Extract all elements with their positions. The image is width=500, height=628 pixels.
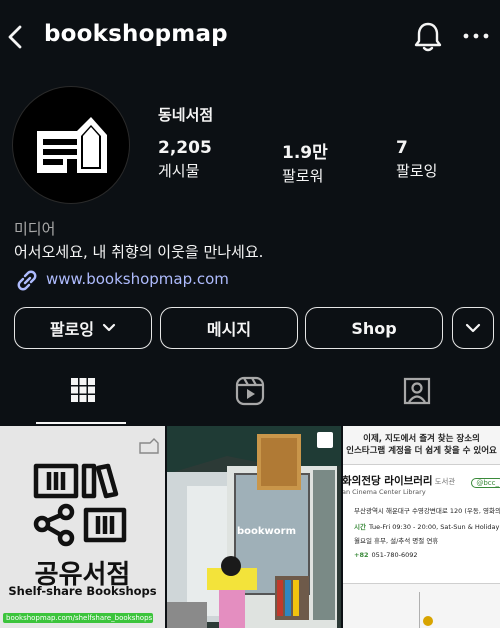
post3-headline-1: 이제, 지도에서 즐겨 찾는 장소의: [363, 434, 480, 444]
bookshop-logo-icon: [139, 438, 159, 454]
post-thumbnail-1[interactable]: 공유서점 Shelf-share Bookshops bookshopmap.c…: [0, 426, 165, 628]
following-button[interactable]: 팔로잉: [14, 307, 152, 349]
suggested-accounts-button[interactable]: [452, 307, 494, 349]
profile-category: 미디어: [14, 220, 56, 238]
profile-avatar[interactable]: [12, 86, 130, 204]
bookshop-logo-icon: [37, 117, 107, 173]
shop-button-label: Shop: [351, 318, 397, 338]
post3-hours: 시간 Tue-Fri 09:30 - 20:00, Sat-Sun & Holid…: [354, 523, 500, 531]
stat-following-value: 7: [396, 138, 408, 158]
tagged-person-icon: [403, 377, 431, 405]
post-thumbnail-3[interactable]: 이제, 지도에서 즐겨 찾는 장소의 인스타그램 계정을 더 쉽게 찾을 수 있…: [343, 426, 500, 628]
post3-place-en: an Cinema Center Library: [343, 488, 426, 496]
more-horizontal-icon[interactable]: [462, 26, 490, 46]
stat-posts-value: 2,205: [158, 138, 212, 158]
post1-subtitle: Shelf-share Bookshops: [8, 584, 157, 598]
map-pin-icon: [423, 616, 433, 626]
chevron-down-icon: [102, 323, 116, 332]
active-tab-indicator: [36, 422, 126, 424]
shop-button[interactable]: Shop: [305, 307, 443, 349]
post3-phone: +82 051-780-6092: [354, 551, 418, 559]
stat-followers[interactable]: 1.9만 팔로워: [282, 138, 328, 186]
stat-following-label: 팔로잉: [396, 162, 438, 180]
stat-followers-value: 1.9만: [282, 143, 328, 163]
tab-reels[interactable]: [167, 376, 333, 424]
message-button[interactable]: 메시지: [160, 307, 298, 349]
post3-address: 부산광역시 해운대구 수영강변대로 120 (우동, 영화의전당): [354, 507, 500, 515]
profile-username: bookshopmap: [44, 21, 228, 47]
stat-posts[interactable]: 2,205 게시물: [158, 138, 212, 181]
tab-tagged[interactable]: [334, 376, 500, 424]
profile-name: 동네서점: [158, 106, 214, 124]
post2-sign: bookworm: [237, 526, 297, 537]
post3-headline-2: 인스타그램 계정을 더 쉽게 찾을 수 있어요: [346, 446, 497, 456]
post1-url-bar: bookshopmap.com/shelfshare_bookshops: [3, 613, 153, 623]
message-button-label: 메시지: [206, 320, 252, 339]
link-icon: [17, 270, 37, 291]
stat-posts-label: 게시물: [158, 162, 200, 180]
grid-icon: [71, 378, 95, 402]
post3-closed: 월요일 휴무, 설/추석 명절 연휴: [354, 537, 439, 545]
chevron-down-icon: [465, 323, 481, 333]
stat-followers-label: 팔로워: [282, 167, 324, 185]
bookshelf-icon: [33, 463, 127, 547]
back-chevron-icon[interactable]: [4, 22, 28, 52]
reels-icon: [235, 376, 265, 406]
post3-instagram-handle: @bcc_: [471, 478, 500, 488]
profile-website-link[interactable]: www.bookshopmap.com: [46, 270, 229, 288]
post-thumbnail-2[interactable]: bookworm: [167, 426, 341, 628]
tab-posts-grid[interactable]: [0, 376, 166, 424]
post3-place-title: 화의전당 라이브러리 도서관: [343, 475, 456, 487]
bell-icon[interactable]: [412, 20, 444, 54]
profile-bio: 어서오세요, 내 취향의 이웃을 만나세요.: [14, 243, 264, 261]
stat-following[interactable]: 7 팔로잉: [396, 138, 437, 181]
following-button-label: 팔로잉: [49, 320, 95, 339]
